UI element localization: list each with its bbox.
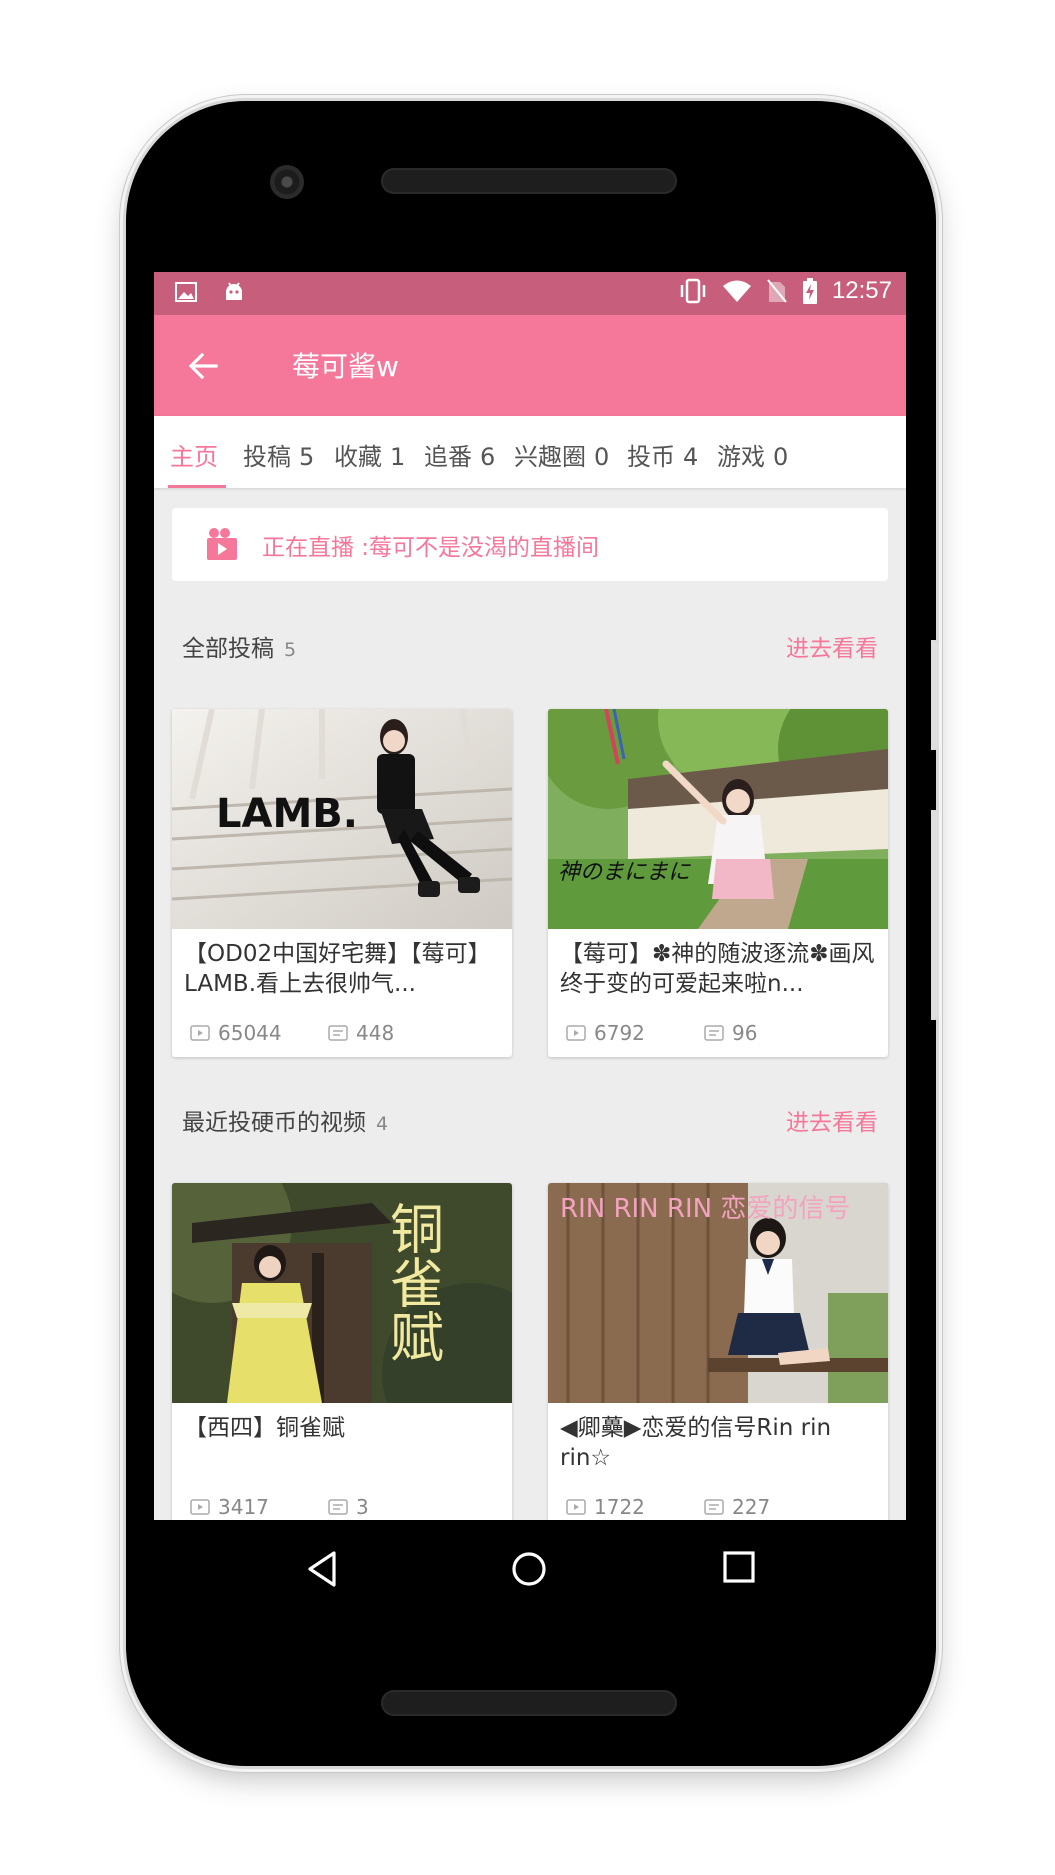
image-notification-icon bbox=[175, 282, 197, 302]
status-bar: 12:57 bbox=[154, 272, 906, 315]
tab-interest-circles[interactable]: 兴趣圈 0 bbox=[514, 437, 609, 472]
nav-back-icon[interactable] bbox=[304, 1550, 340, 1588]
back-arrow-icon[interactable] bbox=[186, 349, 220, 383]
play-count: 3417 bbox=[218, 1495, 269, 1519]
section-all-submissions: 全部投稿 5 进去看看 bbox=[154, 623, 906, 663]
no-sim-icon bbox=[767, 279, 787, 303]
wifi-icon bbox=[722, 280, 751, 302]
thumbnail-logo-text: LAMB. bbox=[216, 791, 358, 837]
play-count-icon bbox=[190, 1499, 210, 1515]
app-bar: 莓可酱w bbox=[154, 315, 906, 416]
play-count: 65044 bbox=[218, 1021, 282, 1045]
live-stream-card[interactable]: 正在直播 :莓可不是没渴的直播间 bbox=[172, 508, 888, 581]
nav-recents-icon[interactable] bbox=[722, 1550, 756, 1584]
video-card[interactable]: 神のまにまに 【莓可】✽神的随波逐流✽画风终于变的可爱起来啦n... 6792 … bbox=[548, 709, 888, 1057]
system-nav-bar bbox=[154, 1520, 906, 1620]
section-count: 4 bbox=[376, 1113, 389, 1135]
danmaku-count: 448 bbox=[356, 1021, 395, 1045]
tab-home[interactable]: 主页 bbox=[170, 437, 218, 472]
nav-home-icon[interactable] bbox=[510, 1550, 548, 1588]
danmaku-count: 96 bbox=[732, 1021, 758, 1045]
see-more-link[interactable]: 进去看看 bbox=[786, 629, 878, 663]
power-button bbox=[931, 810, 939, 1020]
volume-button bbox=[931, 640, 939, 750]
video-title: 【OD02中国好宅舞】【莓可】LAMB.看上去很帅气... bbox=[184, 941, 491, 997]
tab-games[interactable]: 游戏 0 bbox=[717, 437, 788, 472]
play-count-icon bbox=[190, 1025, 210, 1041]
android-notification-icon bbox=[226, 282, 242, 300]
section-label: 全部投稿 bbox=[182, 636, 274, 662]
tab-bangumi[interactable]: 追番 6 bbox=[424, 437, 495, 472]
danmaku-icon bbox=[328, 1499, 348, 1515]
danmaku-icon bbox=[704, 1499, 724, 1515]
see-more-link[interactable]: 进去看看 bbox=[786, 1103, 878, 1137]
profile-tabs: 主页 投稿 5 收藏 1 追番 6 兴趣圈 0 投币 4 游戏 0 bbox=[154, 416, 906, 488]
video-camera-icon bbox=[207, 528, 237, 560]
tab-coins[interactable]: 投币 4 bbox=[627, 437, 698, 472]
section-recent-coined-videos: 最近投硬币的视频 4 进去看看 bbox=[154, 1097, 906, 1137]
video-thumbnail: 铜雀赋 bbox=[172, 1183, 512, 1403]
section-count: 5 bbox=[284, 639, 297, 661]
live-stream-text: 正在直播 :莓可不是没渴的直播间 bbox=[262, 535, 600, 561]
thumbnail-logo-text: 铜雀赋 bbox=[381, 1201, 444, 1363]
video-card[interactable]: RIN RIN RIN 恋爱的信号 ◀卿蘽▶恋爱的信号Rin rin rin☆ … bbox=[548, 1183, 888, 1520]
play-count: 6792 bbox=[594, 1021, 645, 1045]
danmaku-count: 3 bbox=[356, 1495, 369, 1519]
top-speaker bbox=[381, 168, 677, 194]
tab-favorites[interactable]: 收藏 1 bbox=[334, 437, 405, 472]
page-title: 莓可酱w bbox=[292, 350, 399, 383]
video-title: 【莓可】✽神的随波逐流✽画风终于变的可爱起来啦n... bbox=[560, 941, 875, 997]
play-count: 1722 bbox=[594, 1495, 645, 1519]
vibrate-icon bbox=[680, 278, 706, 304]
video-card[interactable]: 铜雀赋 【西四】铜雀赋 3417 3 bbox=[172, 1183, 512, 1520]
battery-charging-icon bbox=[802, 278, 817, 304]
video-title: 【西四】铜雀赋 bbox=[184, 1415, 345, 1441]
video-card[interactable]: LAMB. 【OD02中国好宅舞】【莓可】LAMB.看上去很帅气... 6504… bbox=[172, 709, 512, 1057]
play-count-icon bbox=[566, 1025, 586, 1041]
bottom-speaker bbox=[381, 1690, 677, 1716]
video-title: ◀卿蘽▶恋爱的信号Rin rin rin☆ bbox=[560, 1415, 832, 1471]
video-thumbnail: LAMB. bbox=[172, 709, 512, 929]
tab-submissions[interactable]: 投稿 5 bbox=[243, 437, 314, 472]
danmaku-icon bbox=[328, 1025, 348, 1041]
app-screen: 12:57 莓可酱w 主页 投稿 5 收藏 1 追番 6 兴趣圈 0 投币 4 游戏 0 正… bbox=[154, 272, 906, 1520]
thumbnail-logo-text: RIN RIN RIN 恋爱的信号 bbox=[560, 1194, 850, 1224]
play-count-icon bbox=[566, 1499, 586, 1515]
danmaku-count: 227 bbox=[732, 1495, 771, 1519]
danmaku-icon bbox=[704, 1025, 724, 1041]
status-time: 12:57 bbox=[831, 277, 892, 304]
active-tab-indicator bbox=[168, 485, 226, 488]
front-camera bbox=[270, 165, 304, 199]
video-thumbnail: RIN RIN RIN 恋爱的信号 bbox=[548, 1183, 888, 1403]
video-thumbnail: 神のまにまに bbox=[548, 709, 888, 929]
section-label: 最近投硬币的视频 bbox=[182, 1110, 366, 1136]
thumbnail-logo-text: 神のまにまに bbox=[558, 860, 691, 885]
